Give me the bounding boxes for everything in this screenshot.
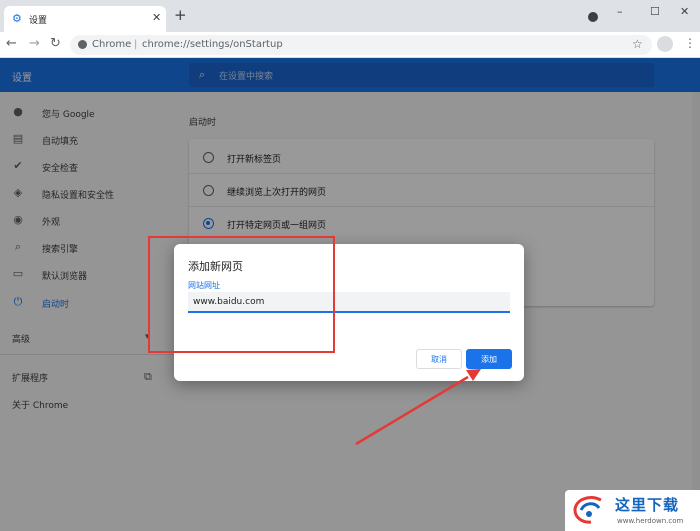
watermark: 这里下载 www.herdown.com	[565, 490, 700, 531]
annotation-arrow	[355, 369, 481, 446]
watermark-url: www.herdown.com	[617, 517, 684, 525]
site-logo-icon	[573, 496, 602, 524]
watermark-title: 这里下载	[615, 496, 680, 514]
